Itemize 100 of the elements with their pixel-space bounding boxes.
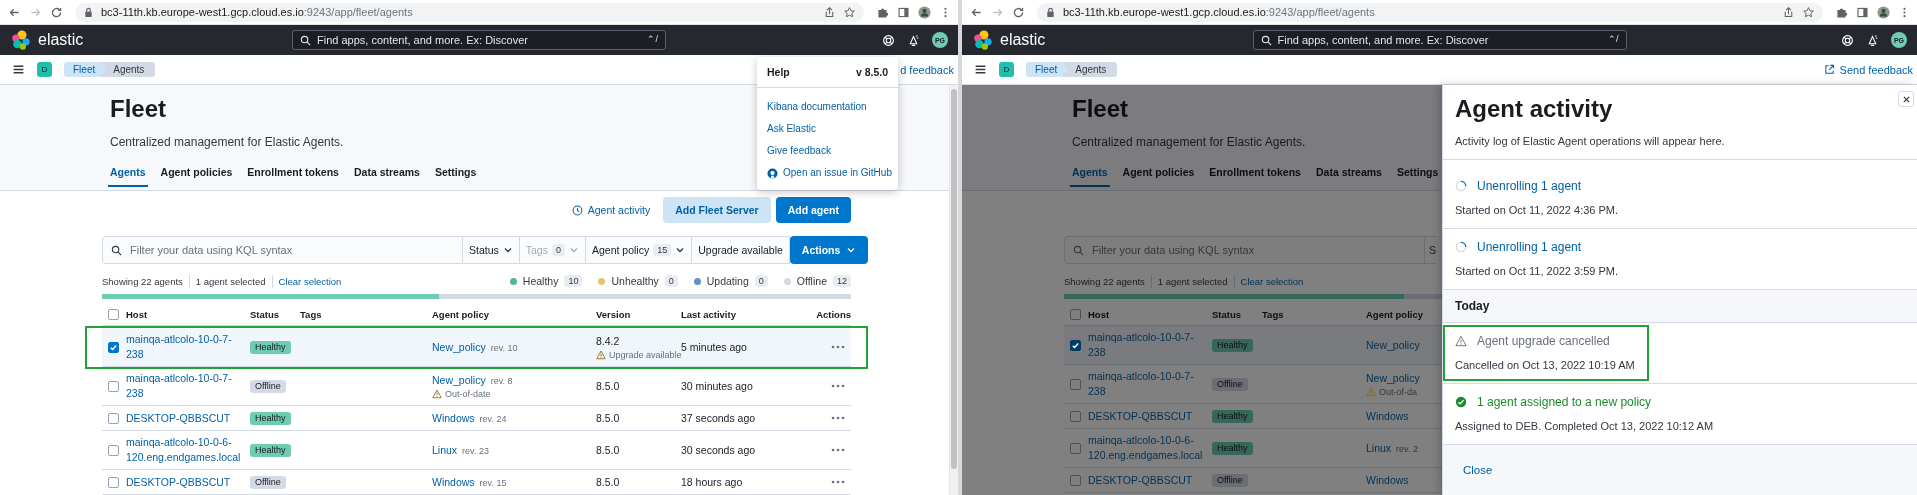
filter-dropdown[interactable]: Status xyxy=(463,236,520,264)
add-agent-button[interactable]: Add agent xyxy=(775,197,851,223)
filter-dropdown[interactable]: S xyxy=(1425,236,1436,264)
address-bar[interactable]: bc3-11th.kb.europe-west1.gcp.cloud.es.io:9243/app/fleet/agents xyxy=(1037,2,1823,22)
filter-field[interactable]: Filter your data using KQL syntax xyxy=(1064,236,1425,264)
column-header[interactable]: Agent policy xyxy=(1366,308,1434,320)
table-row[interactable]: mainqa-atlcolo-10-0-7-238 Offline New_policy rev. 8 Out-of-date 8.5.0 30 minutes ago xyxy=(85,367,868,406)
policy-link[interactable]: Windows xyxy=(432,474,475,490)
avatar-icon[interactable] xyxy=(1877,5,1890,19)
policy-link[interactable]: Windows xyxy=(432,410,475,426)
more-icon[interactable] xyxy=(831,345,845,349)
star-icon[interactable] xyxy=(843,5,856,19)
checkbox[interactable] xyxy=(108,412,119,424)
table-row[interactable]: mainqa-atlcolo-10-0-7-238 Healthy New_policy rev. 10 8.4.2 Upgrade available 5 minutes ago xyxy=(85,326,868,369)
tab[interactable]: Agent policies xyxy=(1120,165,1197,187)
table-row[interactable]: DESKTOP-QBBSCUT Offline Windows rev. 15 8.5.0 18 hours ago xyxy=(85,470,868,495)
elastic-logo-icon[interactable] xyxy=(10,29,32,51)
host-link[interactable]: DESKTOP-QBBSCUT xyxy=(126,474,237,490)
column-header[interactable]: Version xyxy=(596,308,681,320)
bell-icon[interactable] xyxy=(1866,33,1879,47)
activity-link[interactable]: Agent activity xyxy=(571,204,651,216)
more-icon[interactable] xyxy=(831,416,845,420)
menu-icon[interactable] xyxy=(974,63,987,76)
tab[interactable]: Data streams xyxy=(1313,165,1384,187)
breadcrumb[interactable]: Fleet xyxy=(1026,62,1069,77)
help-link[interactable]: Give feedback xyxy=(767,144,831,158)
sidebar-icon[interactable] xyxy=(1856,5,1869,19)
share-icon[interactable] xyxy=(823,5,836,19)
close-link[interactable]: Close xyxy=(1463,464,1493,476)
checkbox[interactable] xyxy=(108,341,119,353)
host-link[interactable]: DESKTOP-QBBSCUT xyxy=(126,410,237,426)
checkbox[interactable] xyxy=(1070,308,1081,320)
column-header[interactable]: Host xyxy=(1088,308,1212,320)
table-row[interactable]: DESKTOP-QBBSCUT Offline Windows xyxy=(1047,468,1442,493)
tab[interactable]: Agents xyxy=(108,165,148,187)
checkbox[interactable] xyxy=(108,476,119,488)
policy-link[interactable]: Linux xyxy=(432,442,458,458)
column-header[interactable]: Agent policy xyxy=(432,308,596,320)
host-link[interactable]: mainqa-atlcolo-10-0-6-120.eng.endgames.local xyxy=(126,435,250,465)
reload-icon[interactable] xyxy=(1012,5,1025,19)
filter-toggle[interactable]: Upgrade available xyxy=(692,236,790,264)
policy-link[interactable]: New_policy xyxy=(432,372,486,388)
host-link[interactable]: mainqa-atlcolo-10-0-7-238 xyxy=(126,371,250,401)
add-server-button[interactable]: Add Fleet Server xyxy=(663,197,771,223)
checkbox[interactable] xyxy=(108,444,119,456)
help-link[interactable]: Ask Elastic xyxy=(767,122,816,136)
scrollbar[interactable] xyxy=(949,85,958,495)
help-link[interactable]: Open an issue in GitHub xyxy=(767,166,892,180)
menu-icon[interactable] xyxy=(12,63,25,76)
more-icon[interactable] xyxy=(831,480,845,484)
table-row[interactable]: mainqa-atlcolo-10-0-7-238 Offline New_policy Out-of-da xyxy=(1047,365,1442,404)
column-header[interactable]: Last activity xyxy=(681,308,811,320)
checkbox[interactable] xyxy=(1070,378,1081,390)
help-icon[interactable] xyxy=(882,33,895,47)
tab[interactable]: Agent policies xyxy=(158,165,235,187)
column-header[interactable]: Actions xyxy=(816,308,851,320)
table-row[interactable]: DESKTOP-QBBSCUT Healthy Windows rev. 24 8.5.0 37 seconds ago xyxy=(85,406,868,431)
checkbox[interactable] xyxy=(1070,474,1081,486)
tab[interactable]: Settings xyxy=(1394,165,1441,187)
help-link[interactable]: Kibana documentation xyxy=(767,100,867,114)
column-header[interactable]: Status xyxy=(250,308,300,320)
close-button[interactable] xyxy=(1898,91,1914,107)
puzzle-icon[interactable] xyxy=(1835,5,1848,19)
checkbox[interactable] xyxy=(108,380,119,392)
actions-button[interactable]: Actions xyxy=(789,236,869,264)
space-avatar[interactable]: D xyxy=(999,62,1014,77)
puzzle-icon[interactable] xyxy=(876,5,889,19)
checkbox[interactable] xyxy=(1070,410,1081,422)
column-header[interactable]: Status xyxy=(1212,308,1262,320)
sidebar-icon[interactable] xyxy=(897,5,910,19)
space-avatar[interactable]: D xyxy=(37,62,52,77)
breadcrumb[interactable]: Agents xyxy=(101,62,156,77)
address-bar[interactable]: bc3-11th.kb.europe-west1.gcp.cloud.es.io:9243/app/fleet/agents xyxy=(75,2,864,22)
tab[interactable]: Data streams xyxy=(351,165,422,187)
tab[interactable]: Settings xyxy=(432,165,479,187)
checkbox[interactable] xyxy=(1070,339,1081,351)
checkbox[interactable] xyxy=(108,308,119,320)
elastic-logo-icon[interactable] xyxy=(972,29,994,51)
more-icon[interactable] xyxy=(831,448,845,452)
help-icon[interactable] xyxy=(1841,33,1854,47)
bell-icon[interactable] xyxy=(907,33,920,47)
table-row[interactable]: mainqa-atlcolo-10-0-6-120.eng.endgames.local Healthy Linux rev. 23 8.5.0 30 seconds ago xyxy=(85,431,868,470)
feedback-link[interactable]: d feedback xyxy=(900,63,954,76)
clear-selection-link[interactable]: Clear selection xyxy=(278,275,342,287)
avatar-icon[interactable] xyxy=(918,5,931,19)
more-icon[interactable] xyxy=(831,384,845,388)
reload-icon[interactable] xyxy=(50,5,63,19)
host-link[interactable]: mainqa-atlcolo-10-0-7-238 xyxy=(126,332,250,362)
column-header[interactable]: Tags xyxy=(1262,308,1366,320)
tab[interactable]: Enrollment tokens xyxy=(1207,165,1303,187)
checkbox[interactable] xyxy=(1070,442,1081,454)
column-header[interactable]: Tags xyxy=(300,308,432,320)
column-header[interactable]: Host xyxy=(126,308,250,320)
share-icon[interactable] xyxy=(1782,5,1795,19)
breadcrumb[interactable]: Fleet xyxy=(64,62,107,77)
tab[interactable]: Enrollment tokens xyxy=(245,165,341,187)
policy-link[interactable]: New_policy xyxy=(432,339,486,355)
star-icon[interactable] xyxy=(1802,5,1815,19)
filter-dropdown[interactable]: Agent policy 15 xyxy=(586,236,693,264)
breadcrumb[interactable]: Agents xyxy=(1063,62,1118,77)
